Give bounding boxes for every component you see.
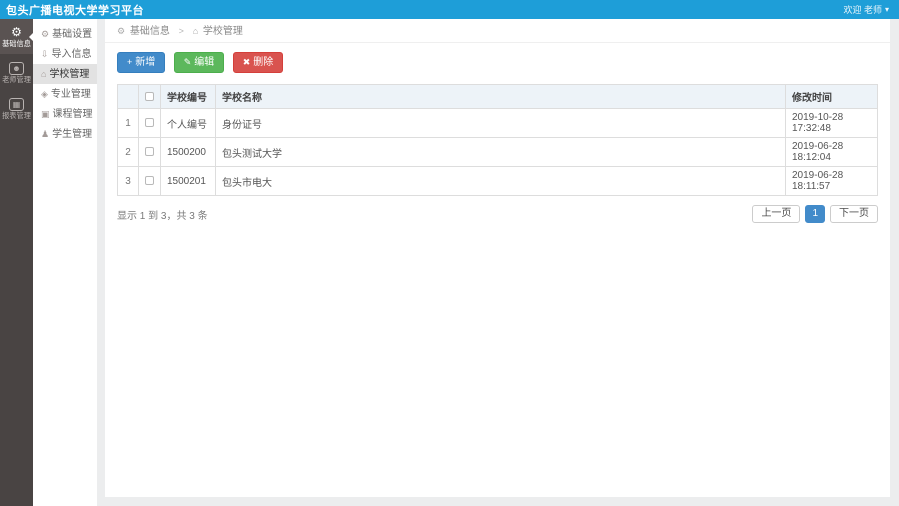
row-checkbox[interactable]: [145, 118, 154, 128]
submenu-label: 基础设置: [52, 29, 93, 40]
breadcrumb-separator: >: [178, 26, 184, 36]
top-navbar: 包头广播电视大学学习平台 欢迎 老师 ▾: [0, 0, 899, 19]
modified-time-header: 修改时间: [785, 84, 878, 109]
trash-icon: ✖: [242, 57, 251, 67]
pagination-summary: 显示 1 到 3，共 3 条: [117, 210, 208, 222]
table-header-row: 学校编号 学校名称 修改时间: [117, 84, 878, 109]
school-name-cell: 身份证号: [215, 108, 786, 138]
import-icon: ⇩: [41, 49, 49, 59]
user-menu[interactable]: 欢迎 老师 ▾: [843, 3, 889, 16]
table-row[interactable]: 3 1500201 包头市电大 2019-06-28 18:11:57: [117, 166, 878, 196]
sidebar-item-label: 老师管理: [2, 75, 31, 84]
app-title: 包头广播电视大学学习平台: [6, 4, 144, 17]
primary-sidebar: ⚙ 基础信息 ☻ 老师管理 ▦ 报表管理: [0, 19, 33, 506]
breadcrumb: ⚙ 基础信息 > ⌂ 学校管理: [105, 19, 890, 43]
modified-time-cell: 2019-06-28 18:11:57: [785, 166, 878, 196]
schools-table: 学校编号 学校名称 修改时间 1 个人编号 身份证号 2019-10-28 17…: [117, 84, 878, 196]
modified-time-cell: 2019-06-28 18:12:04: [785, 137, 878, 167]
index-column-header: [117, 84, 139, 109]
sidebar-item-report-mgmt[interactable]: ▦ 报表管理: [0, 92, 33, 126]
add-button[interactable]: + 新增: [117, 52, 166, 73]
row-checkbox[interactable]: [145, 176, 154, 186]
edit-button-label: 编辑: [194, 57, 215, 68]
report-icon: ▦: [9, 98, 24, 111]
row-select-cell: [138, 137, 161, 167]
delete-button[interactable]: ✖ 删除: [232, 52, 284, 73]
gear-icon: ⚙: [41, 29, 50, 39]
school-icon: ⌂: [41, 69, 47, 79]
content-area: + 新增 ✎ 编辑 ✖ 删除 学校编号 学校名称 修改时间 1 个人编号 身份证…: [105, 43, 890, 223]
submenu-item-student-mgmt[interactable]: ♟ 学生管理: [33, 124, 97, 144]
sidebar-item-label: 基础信息: [2, 39, 31, 48]
pagination: 上一页 1 下一页: [752, 205, 878, 223]
row-index: 2: [117, 137, 139, 167]
submenu-item-school-mgmt[interactable]: ⌂ 学校管理: [33, 64, 97, 84]
school-code-cell: 个人编号: [160, 108, 216, 138]
table-row[interactable]: 2 1500200 包头测试大学 2019-06-28 18:12:04: [117, 137, 878, 167]
user-menu-label: 欢迎 老师: [843, 5, 882, 15]
edit-button[interactable]: ✎ 编辑: [173, 52, 225, 73]
gear-icon: ⚙: [117, 26, 126, 36]
page-1-button[interactable]: 1: [805, 205, 825, 223]
course-icon: ▣: [41, 109, 50, 119]
delete-button-label: 删除: [253, 57, 274, 68]
submenu-item-import-info[interactable]: ⇩ 导入信息: [33, 44, 97, 64]
submenu-label: 学生管理: [52, 129, 93, 140]
row-select-cell: [138, 166, 161, 196]
table-row[interactable]: 1 个人编号 身份证号 2019-10-28 17:32:48: [117, 108, 878, 138]
cogs-icon: ⚙: [11, 25, 22, 39]
school-name-cell: 包头测试大学: [215, 137, 786, 167]
row-checkbox[interactable]: [145, 147, 154, 157]
secondary-sidebar: ⚙ 基础设置 ⇩ 导入信息 ⌂ 学校管理 ◈ 专业管理 ▣ 课程管理 ♟ 学生管理: [33, 19, 97, 506]
row-index: 1: [117, 108, 139, 138]
school-name-cell: 包头市电大: [215, 166, 786, 196]
breadcrumb-current: 学校管理: [202, 26, 243, 37]
school-icon: ⌂: [192, 26, 199, 36]
modified-time-cell: 2019-10-28 17:32:48: [785, 108, 878, 138]
submenu-label: 导入信息: [51, 49, 92, 60]
school-code-cell: 1500201: [160, 166, 216, 196]
caret-down-icon: ▾: [884, 5, 889, 14]
prev-page-button[interactable]: 上一页: [752, 205, 801, 223]
student-icon: ♟: [41, 129, 50, 139]
sidebar-item-teacher-mgmt[interactable]: ☻ 老师管理: [0, 56, 33, 90]
breadcrumb-parent[interactable]: 基础信息: [130, 26, 170, 37]
next-page-button[interactable]: 下一页: [830, 205, 878, 223]
main-panel: ⚙ 基础信息 > ⌂ 学校管理 + 新增 ✎ 编辑 ✖ 删除 学校编号 学校名称 修改…: [105, 19, 890, 497]
row-index: 3: [117, 166, 139, 196]
plus-icon: +: [127, 57, 133, 67]
toolbar: + 新增 ✎ 编辑 ✖ 删除: [117, 52, 878, 73]
submenu-label: 学校管理: [49, 69, 90, 80]
major-icon: ◈: [41, 89, 48, 99]
select-all-header: [138, 84, 161, 109]
school-name-header: 学校名称: [215, 84, 786, 109]
pencil-icon: ✎: [183, 57, 192, 67]
school-code-header: 学校编号: [160, 84, 216, 109]
sidebar-item-basic-info[interactable]: ⚙ 基础信息: [0, 19, 33, 54]
submenu-item-basic-settings[interactable]: ⚙ 基础设置: [33, 24, 97, 44]
add-button-label: 新增: [135, 57, 156, 68]
sidebar-item-label: 报表管理: [2, 111, 31, 120]
submenu-item-course-mgmt[interactable]: ▣ 课程管理: [33, 104, 97, 124]
select-all-checkbox[interactable]: [145, 91, 154, 101]
submenu-item-major-mgmt[interactable]: ◈ 专业管理: [33, 84, 97, 104]
submenu-label: 课程管理: [52, 109, 93, 120]
row-select-cell: [138, 108, 161, 138]
school-code-cell: 1500200: [160, 137, 216, 167]
submenu-label: 专业管理: [50, 89, 91, 100]
teacher-icon: ☻: [9, 62, 24, 75]
table-footer: 显示 1 到 3，共 3 条 上一页 1 下一页: [117, 205, 878, 223]
